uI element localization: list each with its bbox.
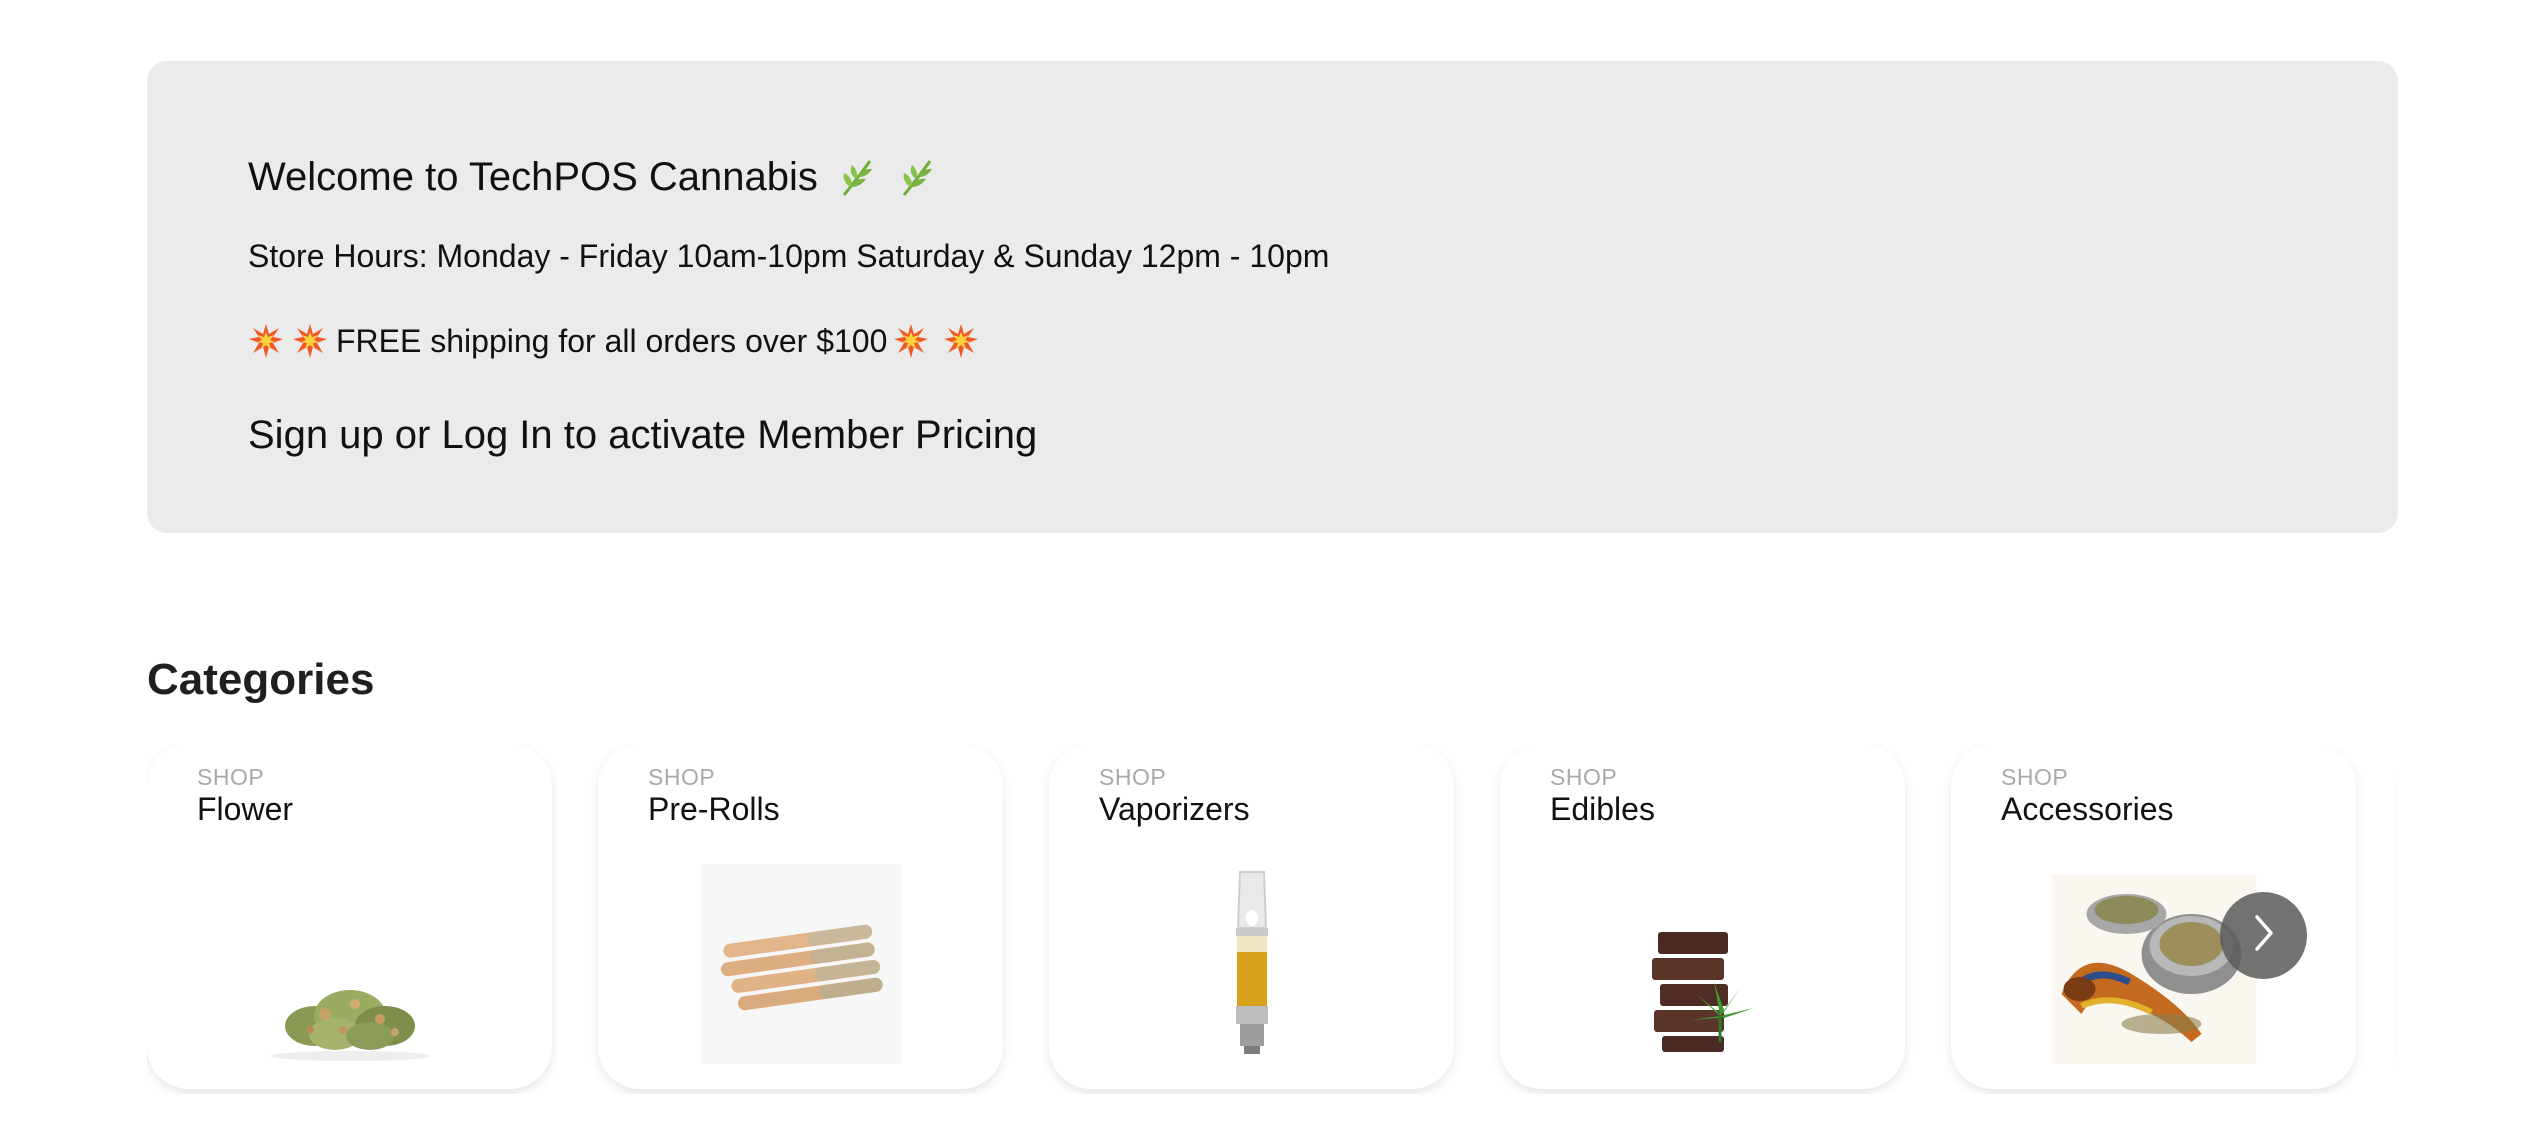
card-eyebrow: SHOP	[197, 764, 265, 790]
card-title: Edibles	[1550, 791, 1655, 827]
chevron-right-icon	[2249, 911, 2279, 960]
carousel-next-button[interactable]	[2220, 892, 2307, 979]
card-title: Flower	[197, 791, 294, 827]
herb-icon	[840, 157, 878, 197]
card-title: Accessories	[2001, 791, 2174, 827]
collision-icon	[248, 323, 284, 359]
card-title: Pre-Rolls	[648, 791, 780, 827]
card-eyebrow: SHOP	[1099, 764, 1167, 790]
free-shipping-notice: FREE shipping for all orders over $100	[248, 321, 979, 361]
pre-rolls-image	[700, 864, 901, 1069]
card-title: Vaporizers	[1099, 791, 1250, 827]
category-card-flower[interactable]: SHOP Flower	[147, 744, 552, 1089]
chocolate-edible-image	[1638, 924, 1768, 1059]
category-card-vaporizers[interactable]: SHOP Vaporizers	[1049, 744, 1454, 1089]
categories-carousel: SHOP Flower SHOP Pre-Rolls SHOP Vaporize…	[147, 744, 2398, 1094]
collision-icon	[943, 323, 979, 359]
card-eyebrow: SHOP	[2001, 764, 2069, 790]
herb-icon	[900, 157, 938, 197]
collision-icon	[292, 323, 328, 359]
announcement-banner: Welcome to TechPOS Cannabis Store Hours:…	[147, 61, 2398, 533]
vape-cartridge-image	[1222, 868, 1282, 1063]
shipping-text: FREE shipping for all orders over $100	[336, 323, 888, 359]
flower-bud-image	[255, 964, 445, 1069]
card-eyebrow: SHOP	[1550, 764, 1618, 790]
welcome-heading: Welcome to TechPOS Cannabis	[248, 153, 938, 201]
member-pricing-prompt[interactable]: Sign up or Log In to activate Member Pri…	[248, 411, 1037, 459]
collision-icon	[893, 323, 929, 359]
welcome-text: Welcome to TechPOS Cannabis	[248, 155, 818, 199]
category-card-pre-rolls[interactable]: SHOP Pre-Rolls	[598, 744, 1003, 1089]
card-eyebrow: SHOP	[648, 764, 716, 790]
category-card-edibles[interactable]: SHOP Edibles	[1500, 744, 1905, 1089]
pipe-grinder-image	[2051, 874, 2256, 1069]
categories-heading: Categories	[147, 655, 375, 704]
store-hours: Store Hours: Monday - Friday 10am-10pm S…	[248, 238, 1330, 274]
